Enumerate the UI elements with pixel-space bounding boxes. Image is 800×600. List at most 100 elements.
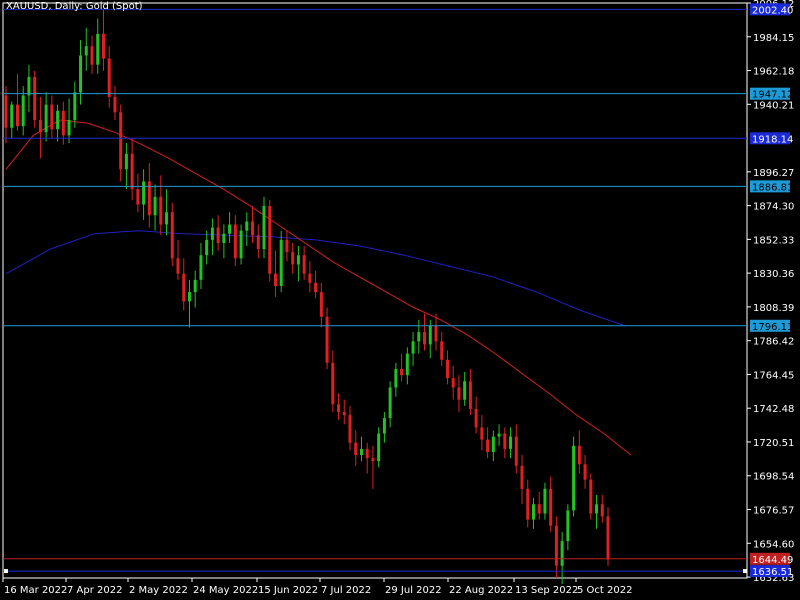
candle-body [589, 479, 593, 514]
y-tick-label: 1830.36 [753, 269, 794, 280]
candle-body [543, 488, 547, 514]
candle-body [291, 252, 295, 265]
candle-body [595, 504, 599, 514]
level-tag-label: 1886.81 [752, 182, 793, 193]
candle-body [514, 436, 518, 466]
x-tick-label: 2 May 2022 [129, 585, 188, 596]
candle-body [549, 488, 553, 526]
y-tick-label: 1654.60 [753, 539, 794, 550]
candle-body [56, 110, 60, 130]
candle-body [411, 341, 415, 354]
candle-body [371, 458, 375, 462]
candle-body [451, 378, 455, 388]
candle-body [606, 516, 610, 560]
candle-body [503, 433, 507, 449]
candle-body [302, 255, 306, 274]
candle-body [159, 196, 163, 225]
candle-body [27, 76, 31, 96]
candle-body [440, 341, 444, 360]
candle-body [572, 445, 576, 511]
candle-body [600, 504, 604, 517]
y-tick-label: 1764.45 [753, 370, 794, 381]
candle-body [107, 58, 111, 97]
candle-body [84, 46, 88, 56]
candle-body [394, 368, 398, 388]
y-tick-label: 1698.54 [753, 472, 794, 483]
candle-body [468, 381, 472, 409]
y-tick-label: 1786.42 [753, 337, 794, 348]
candle-body [583, 464, 587, 480]
candle-body [21, 95, 25, 127]
price-chart[interactable]: 2006.121984.151962.181940.211896.271874.… [0, 0, 800, 600]
candle-body [67, 119, 71, 136]
x-tick-label: 15 Jun 2022 [258, 585, 318, 596]
x-tick-label: 13 Sep 2022 [515, 585, 578, 596]
candle-body [296, 255, 300, 265]
x-tick-label: 5 Oct 2022 [577, 585, 632, 596]
candle-body [199, 255, 203, 280]
x-tick-label: 7 Apr 2022 [67, 585, 122, 596]
candle-body [251, 221, 255, 236]
candle-body [216, 227, 220, 243]
line-handle [743, 569, 747, 574]
candle-body [101, 33, 105, 59]
candle-body [61, 110, 65, 136]
candle-body [314, 282, 318, 293]
candle-body [239, 230, 243, 259]
candle-body [417, 332, 421, 342]
candle-body [90, 46, 94, 65]
candle-body [400, 368, 404, 376]
candle-body [245, 221, 249, 231]
candle-body [463, 381, 467, 400]
y-tick-label: 1808.39 [753, 303, 794, 314]
candle-body [193, 279, 197, 293]
y-tick-label: 1720.51 [753, 438, 794, 449]
candle-body [256, 235, 260, 250]
candle-body [142, 181, 146, 205]
candle-body [474, 408, 478, 428]
candle-body [96, 33, 100, 65]
candle-body [445, 359, 449, 379]
candle-body [457, 387, 461, 400]
candle-body [319, 292, 323, 317]
candle-body [520, 465, 524, 489]
candle-body [228, 224, 232, 234]
candle-body [130, 153, 134, 190]
candle-body [210, 227, 214, 240]
candle-body [405, 353, 409, 376]
x-tick-label: 24 May 2022 [193, 585, 258, 596]
candle-body [273, 273, 277, 286]
level-tag-label: 1636.51 [752, 567, 793, 578]
line-handle [4, 569, 8, 574]
y-tick-label: 1676.57 [753, 505, 794, 516]
candle-body [325, 316, 329, 363]
y-tick-label: 1874.30 [753, 202, 794, 213]
level-tag-label: 1796.11 [752, 322, 793, 333]
x-tick-label: 22 Aug 2022 [449, 585, 513, 596]
level-tag-label: 1947.12 [752, 90, 793, 101]
candle-body [165, 212, 169, 225]
candle-body [423, 332, 427, 345]
candle-body [170, 212, 174, 259]
candle-body [233, 224, 237, 259]
candle-body [491, 436, 495, 452]
level-tag-label: 1644.49 [752, 555, 793, 566]
candle-body [337, 404, 341, 413]
candle-body [119, 112, 123, 170]
candle-body [348, 415, 352, 443]
y-tick-label: 1962.18 [753, 67, 794, 78]
y-tick-label: 1940.21 [753, 100, 794, 111]
candle-body [428, 325, 432, 345]
candle-body [342, 412, 346, 416]
level-tag-label: 1918.14 [752, 134, 793, 145]
candle-body [268, 206, 272, 274]
candle-body [44, 104, 48, 133]
candle-body [176, 258, 180, 274]
candle-body [10, 104, 14, 128]
candle-body [113, 96, 117, 113]
candle-body [4, 95, 8, 128]
candle-body [50, 104, 54, 130]
candle-body [182, 273, 186, 302]
candle-body [531, 504, 535, 520]
candle-body [382, 418, 386, 434]
